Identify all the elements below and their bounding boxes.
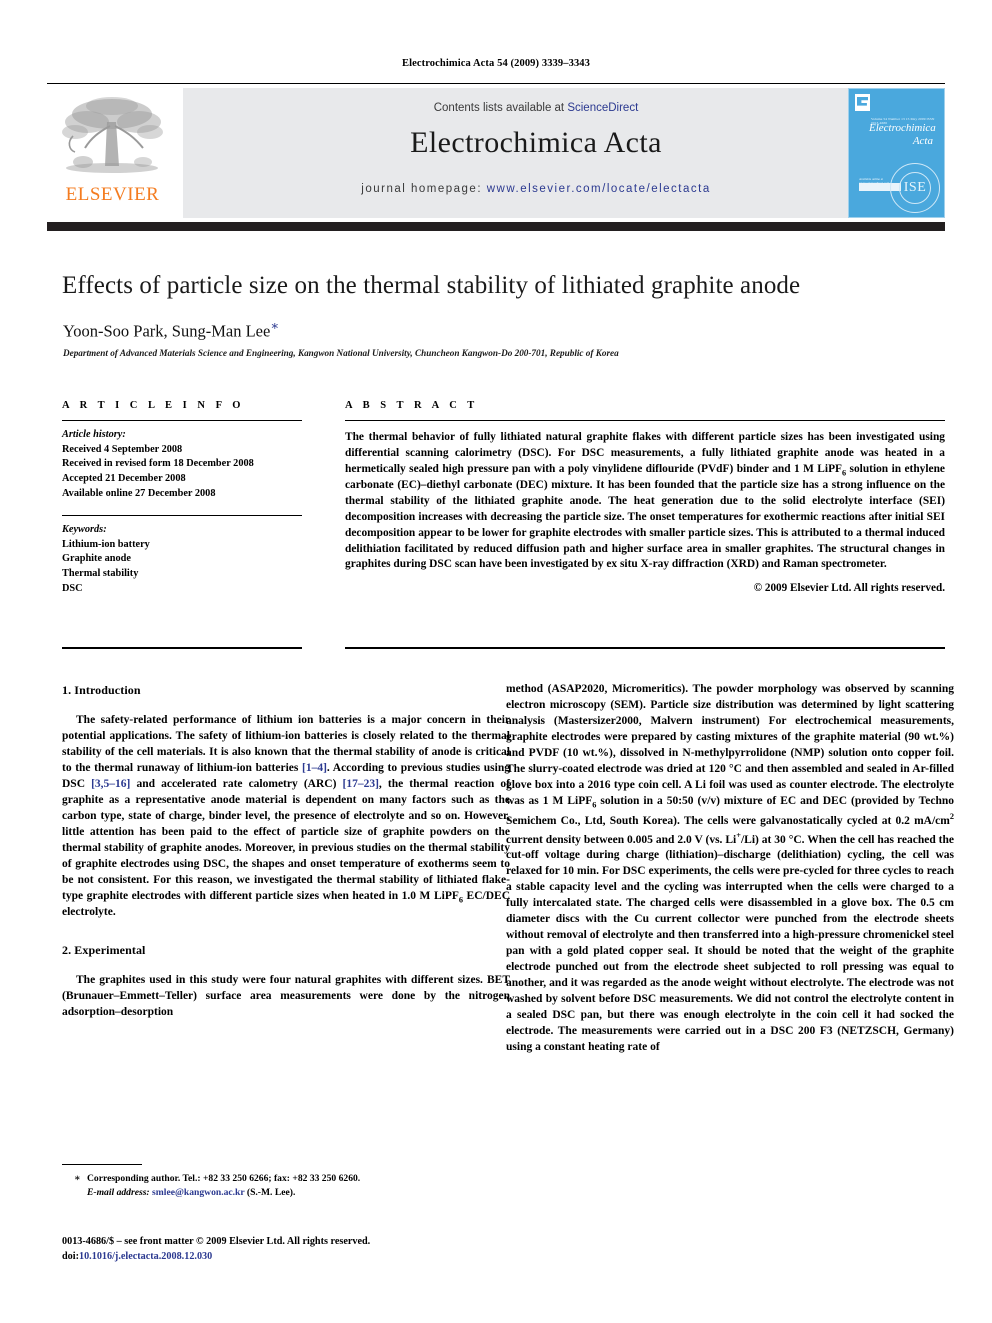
page-title: Effects of particle size on the thermal … (62, 272, 801, 299)
doi-label: doi: (62, 1250, 79, 1262)
keyword-item: Thermal stability (62, 568, 139, 580)
keywords-block: Keywords: Lithium-ion battery Graphite a… (62, 523, 302, 596)
keyword-item: Lithium-ion battery (62, 538, 150, 550)
history-item: Received 4 September 2008 (62, 443, 183, 455)
intro-text-c: and accelerated rate calometry (ARC) (130, 777, 343, 790)
article-info-column: A R T I C L E I N F O Article history: R… (62, 400, 302, 596)
affiliation: Department of Advanced Materials Science… (63, 348, 619, 358)
right-text-d: /Li) at 30 °C. When the cell has reached… (506, 833, 954, 1054)
sciencedirect-link[interactable]: ScienceDirect (567, 102, 638, 114)
journal-article-page: Electrochimica Acta 54 (2009) 3339–3343 … (0, 0, 992, 1323)
doi-link[interactable]: 10.1016/j.electacta.2008.12.030 (79, 1251, 212, 1262)
email-suffix: (S.-M. Lee). (244, 1186, 296, 1198)
contents-prefix: Contents lists available at (433, 102, 568, 114)
keyword-item: DSC (62, 582, 83, 594)
homepage-prefix: journal homepage: (361, 183, 483, 195)
experimental-paragraph: The graphites used in this study were fo… (62, 973, 510, 1018)
section-heading-experimental: 2. Experimental (62, 943, 146, 958)
email-link[interactable]: smlee@kangwon.ac.kr (152, 1187, 244, 1198)
cover-elsevier-mark-icon (855, 94, 870, 111)
right-superscript-2: 2 (949, 811, 954, 821)
abstract-bottom-rule-left (62, 647, 302, 650)
elsevier-tree-icon (62, 97, 163, 173)
citation-ref-1[interactable]: [1–4] (302, 762, 327, 774)
running-head: Electrochimica Acta 54 (2009) 3339–3343 (401, 58, 590, 69)
abstract-column: A B S T R A C T The thermal behavior of … (345, 400, 945, 594)
cover-title-line1: Electrochimica (869, 122, 936, 134)
article-history-label: Article history: (62, 429, 126, 441)
journal-masthead: Contents lists available at ScienceDirec… (47, 88, 945, 218)
footnote-block: ∗ Corresponding author. Tel.: +82 33 250… (62, 1172, 510, 1199)
abstract-bottom-rule-right (345, 647, 945, 650)
cover-title: Electrochimica Acta (869, 122, 941, 147)
article-history-block: Article history: Received 4 September 20… (62, 428, 302, 501)
top-rule (47, 83, 945, 85)
intro-text-d: , the thermal reaction of graphite as a … (62, 777, 510, 902)
footnote-rule (62, 1164, 142, 1165)
journal-title: Electrochimica Acta (410, 126, 662, 159)
history-item: Accepted 21 December 2008 (62, 472, 186, 484)
keyword-item: Graphite anode (62, 553, 131, 565)
cover-title-line2: Acta (912, 134, 933, 147)
corresponding-author-note: Corresponding author. Tel.: +82 33 250 6… (87, 1173, 361, 1184)
citation-ref-3[interactable]: [17–23] (342, 778, 378, 790)
contents-lists-line: Contents lists available at ScienceDirec… (183, 102, 889, 114)
experimental-paragraph-continued: method (ASAP2020, Micromeritics). The po… (506, 682, 954, 1056)
keywords-rule (62, 515, 302, 517)
article-info-heading: A R T I C L E I N F O (62, 400, 245, 411)
keywords-label: Keywords: (62, 524, 107, 536)
journal-homepage-line: journal homepage: www.elsevier.com/locat… (183, 183, 889, 195)
abstract-text: The thermal behavior of fully lithiated … (345, 430, 945, 573)
body-column-left: 1. Introduction The safety-related perfo… (62, 682, 510, 1021)
email-label: E-mail address: (87, 1186, 150, 1198)
history-item: Received in revised form 18 December 200… (62, 458, 254, 470)
intro-paragraph: The safety-related performance of lithiu… (62, 713, 510, 922)
corresponding-author-marker: ∗ (270, 318, 280, 333)
footer-block: 0013-4686/$ – see front matter © 2009 El… (62, 1235, 522, 1265)
issn-copyright-line: 0013-4686/$ – see front matter © 2009 El… (62, 1236, 371, 1247)
ise-seal-icon: ISE (890, 163, 940, 213)
author-list: Yoon-Soo Park, Sung-Man Lee∗ (63, 318, 943, 342)
abstract-part-2: solution in ethylene carbonate (EC)–diet… (345, 462, 945, 571)
section-heading-introduction: 1. Introduction (62, 683, 141, 697)
history-item: Available online 27 December 2008 (62, 487, 216, 499)
abstract-rule (345, 420, 945, 422)
homepage-url-link[interactable]: www.elsevier.com/locate/electacta (487, 183, 711, 195)
footnote-text: Corresponding author. Tel.: +82 33 250 6… (62, 1172, 510, 1199)
article-info-rule (62, 420, 302, 422)
right-text-a: method (ASAP2020, Micromeritics). The po… (506, 683, 954, 807)
abstract-heading: A B S T R A C T (345, 400, 479, 411)
journal-cover-thumbnail: Volume 54 Number 13 15 May 2009 ISSN 001… (848, 88, 945, 218)
ise-seal-text: ISE (903, 180, 927, 195)
elsevier-logo: ELSEVIER (47, 88, 178, 218)
author-names: Yoon-Soo Park, Sung-Man Lee (63, 321, 271, 341)
doi-line: doi:10.1016/j.electacta.2008.12.030 (62, 1250, 522, 1265)
citation-ref-2[interactable]: [3,5–16] (91, 778, 130, 790)
elsevier-wordmark: ELSEVIER (65, 184, 160, 205)
masthead-bottom-bar (47, 222, 945, 231)
footnote-star-marker: ∗ (74, 1173, 81, 1184)
body-column-right: method (ASAP2020, Micromeritics). The po… (506, 682, 954, 1056)
right-text-c: current density between 0.005 and 2.0 V … (506, 833, 737, 846)
abstract-copyright: © 2009 Elsevier Ltd. All rights reserved… (753, 582, 945, 595)
